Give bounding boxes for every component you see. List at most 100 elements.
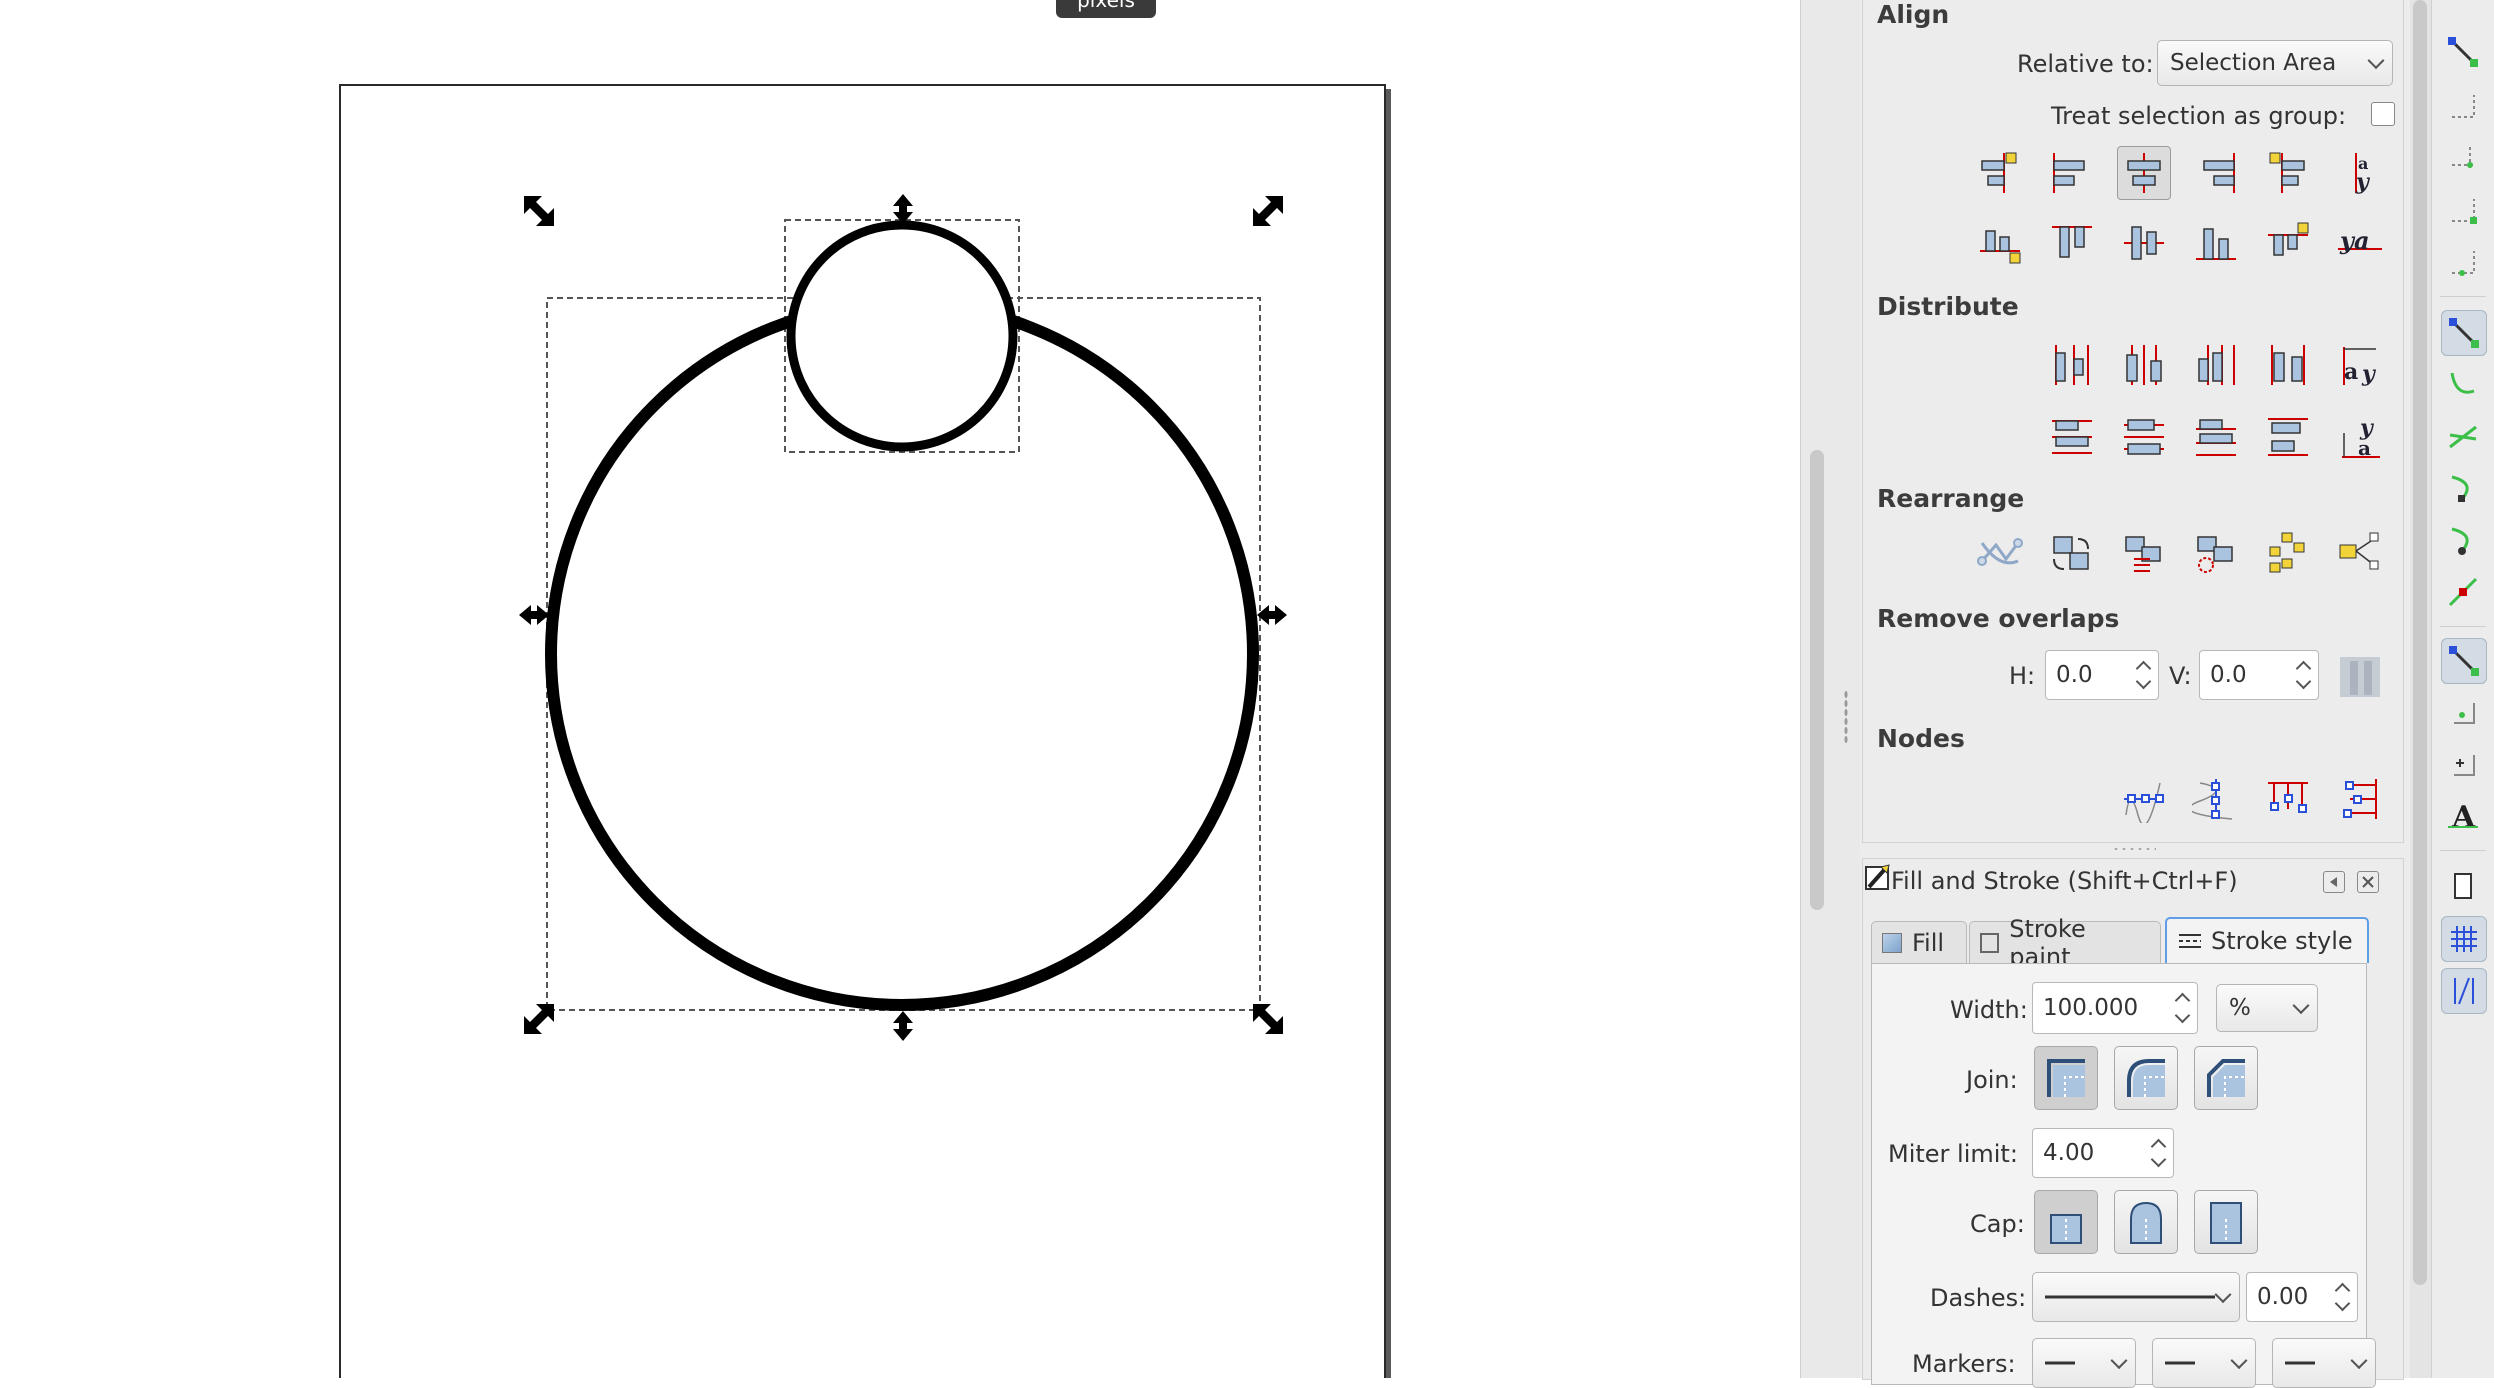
- svg-text:a: a: [2344, 359, 2358, 385]
- snap-rotation-center-toggle[interactable]: [2441, 742, 2485, 786]
- relative-to-select[interactable]: Selection Area: [2157, 40, 2393, 86]
- exchange-clockwise-button[interactable]: [2189, 526, 2243, 580]
- canvas-scrollbar-thumb[interactable]: [1810, 450, 1824, 910]
- randomize-positions-button[interactable]: [2333, 526, 2387, 580]
- distribute-text-anchors-vertical-button[interactable]: ya: [2333, 410, 2387, 464]
- center-on-horizontal-axis-button[interactable]: [2117, 216, 2171, 270]
- align-top-to-bottom-icon: [2268, 222, 2309, 256]
- snap-global-toggle[interactable]: [2441, 30, 2485, 74]
- snap-bbox-edges-toggle[interactable]: [2441, 136, 2485, 180]
- distribute-nodes-horizontal-button[interactable]: [2261, 772, 2315, 826]
- distribute-bottom-edges-button[interactable]: [2189, 410, 2243, 464]
- tab-stroke-paint[interactable]: Stroke paint: [1969, 915, 2161, 971]
- snap-paths-toggle[interactable]: [2441, 362, 2485, 406]
- align-bottom-edges-button[interactable]: [2189, 216, 2243, 270]
- snap-others-toggle[interactable]: [2441, 638, 2487, 684]
- panel-close-button[interactable]: [2357, 871, 2379, 893]
- snap-nodes-toggle[interactable]: [2441, 310, 2487, 356]
- h-gap-spinbox[interactable]: 0.0: [2045, 650, 2159, 700]
- svg-text:a: a: [2358, 436, 2371, 460]
- snap-enable-icon: [2448, 37, 2478, 67]
- snap-nodes-icon: [2449, 318, 2479, 348]
- distribute-top-edges-button[interactable]: [2045, 410, 2099, 464]
- treat-as-group-label: Treat selection as group:: [2051, 102, 2347, 130]
- join-bevel-button[interactable]: [2194, 1046, 2258, 1110]
- stroke-width-unit-select[interactable]: %: [2216, 984, 2318, 1032]
- nodes-section-title: Nodes: [1877, 724, 1965, 753]
- stroke-paint-icon: [1980, 932, 2000, 953]
- snap-bbox-midpoints-toggle[interactable]: [2441, 240, 2485, 284]
- snap-object-midpoints-toggle[interactable]: [2441, 690, 2485, 734]
- distribute-left-edges-button[interactable]: [2045, 338, 2099, 392]
- exchange-clockwise-icon: [2197, 536, 2233, 573]
- panel-resize-grip[interactable]: [2112, 846, 2156, 852]
- fill-stroke-title: Fill and Stroke (Shift+Ctrl+F): [1891, 867, 2238, 895]
- no-marker-icon: [2045, 1361, 2075, 1365]
- distribute-right-edges-button[interactable]: [2189, 338, 2243, 392]
- drawing-layer[interactable]: [0, 0, 1800, 1378]
- align-nodes-horizontal-button[interactable]: [2117, 772, 2171, 826]
- scale-handle-bottom-left: [524, 1004, 554, 1034]
- tab-fill[interactable]: Fill: [1871, 921, 1967, 963]
- join-miter-button[interactable]: [2034, 1046, 2098, 1110]
- distribute-nodes-vertical-button[interactable]: [2333, 772, 2387, 826]
- snap-guides-toggle[interactable]: [2441, 968, 2487, 1014]
- cap-round-button[interactable]: [2114, 1190, 2178, 1254]
- miter-limit-spinbox[interactable]: 4.00: [2032, 1128, 2174, 1178]
- align-top-to-bottom-button[interactable]: [2261, 216, 2315, 270]
- distribute-centers-horizontal-button[interactable]: [2117, 338, 2171, 392]
- exchange-z-order-button[interactable]: [2117, 526, 2171, 580]
- snap-smooth-nodes-toggle[interactable]: [2441, 518, 2485, 562]
- distribute-h-centers-icon: [2126, 345, 2162, 385]
- v-gap-label: V:: [2169, 662, 2192, 690]
- dock-scrollbar-thumb[interactable]: [2413, 0, 2427, 1285]
- align-top-edges-button[interactable]: [2045, 216, 2099, 270]
- snap-cusp-nodes-toggle[interactable]: [2441, 466, 2485, 510]
- distribute-gaps-horizontal-button[interactable]: [2261, 338, 2315, 392]
- join-round-button[interactable]: [2114, 1046, 2178, 1110]
- snap-grids-toggle[interactable]: [2441, 916, 2487, 962]
- cap-square-button[interactable]: [2194, 1190, 2258, 1254]
- exchange-positions-button[interactable]: [2045, 526, 2099, 580]
- tab-stroke-style[interactable]: Stroke style: [2165, 917, 2369, 963]
- distribute-text-anchors-horizontal-button[interactable]: ay: [2333, 338, 2387, 392]
- center-on-vertical-axis-button[interactable]: [2117, 146, 2171, 200]
- unclump-button[interactable]: [2261, 526, 2315, 580]
- snap-intersections-toggle[interactable]: [2441, 414, 2485, 458]
- align-left-edges-button[interactable]: [2045, 146, 2099, 200]
- distribute-left-icon: [2055, 345, 2089, 385]
- distribute-text-v-icon: ya: [2342, 415, 2380, 460]
- align-left-edge-to-right-button[interactable]: [2261, 146, 2315, 200]
- distribute-centers-vertical-button[interactable]: [2117, 410, 2171, 464]
- relative-to-value: Selection Area: [2170, 50, 2337, 76]
- dock-scrollbar[interactable]: [2410, 0, 2431, 1378]
- start-marker-select[interactable]: [2032, 1338, 2136, 1388]
- snap-bbox-toggle[interactable]: [2441, 84, 2485, 128]
- remove-overlaps-button[interactable]: [2333, 650, 2387, 704]
- remove-overlaps-section-title: Remove overlaps: [1877, 604, 2120, 633]
- align-bottom-to-top-button[interactable]: [1973, 216, 2027, 270]
- align-right-edge-to-left-button[interactable]: [1973, 146, 2027, 200]
- dash-offset-spinbox[interactable]: 0.00: [2246, 1272, 2358, 1322]
- distribute-section-title: Distribute: [1877, 292, 2019, 321]
- stroke-width-spinbox[interactable]: 100.000: [2032, 982, 2198, 1034]
- snap-line-midpoints-toggle[interactable]: [2441, 570, 2485, 614]
- cap-label: Cap:: [1970, 1210, 2025, 1238]
- snap-page-border-toggle[interactable]: [2441, 864, 2485, 908]
- treat-as-group-checkbox[interactable]: [2371, 102, 2395, 126]
- end-marker-select[interactable]: [2272, 1338, 2376, 1388]
- cap-butt-button[interactable]: [2034, 1190, 2098, 1254]
- align-text-baselines-button[interactable]: ya: [2333, 216, 2387, 270]
- panel-iconify-button[interactable]: [2323, 871, 2345, 893]
- mid-marker-select[interactable]: [2152, 1338, 2256, 1388]
- drawing-canvas[interactable]: pixels: [0, 0, 1800, 1378]
- dash-pattern-select[interactable]: [2032, 1272, 2240, 1322]
- align-right-edges-button[interactable]: [2189, 146, 2243, 200]
- graph-layout-button[interactable]: [1973, 526, 2027, 580]
- align-text-anchors-horizontal-button[interactable]: ay: [2333, 146, 2387, 200]
- align-nodes-vertical-button[interactable]: [2189, 772, 2243, 826]
- v-gap-spinbox[interactable]: 0.0: [2199, 650, 2319, 700]
- distribute-gaps-vertical-button[interactable]: [2261, 410, 2315, 464]
- snap-text-baseline-toggle[interactable]: A: [2441, 794, 2485, 838]
- snap-bbox-corners-toggle[interactable]: [2441, 188, 2485, 232]
